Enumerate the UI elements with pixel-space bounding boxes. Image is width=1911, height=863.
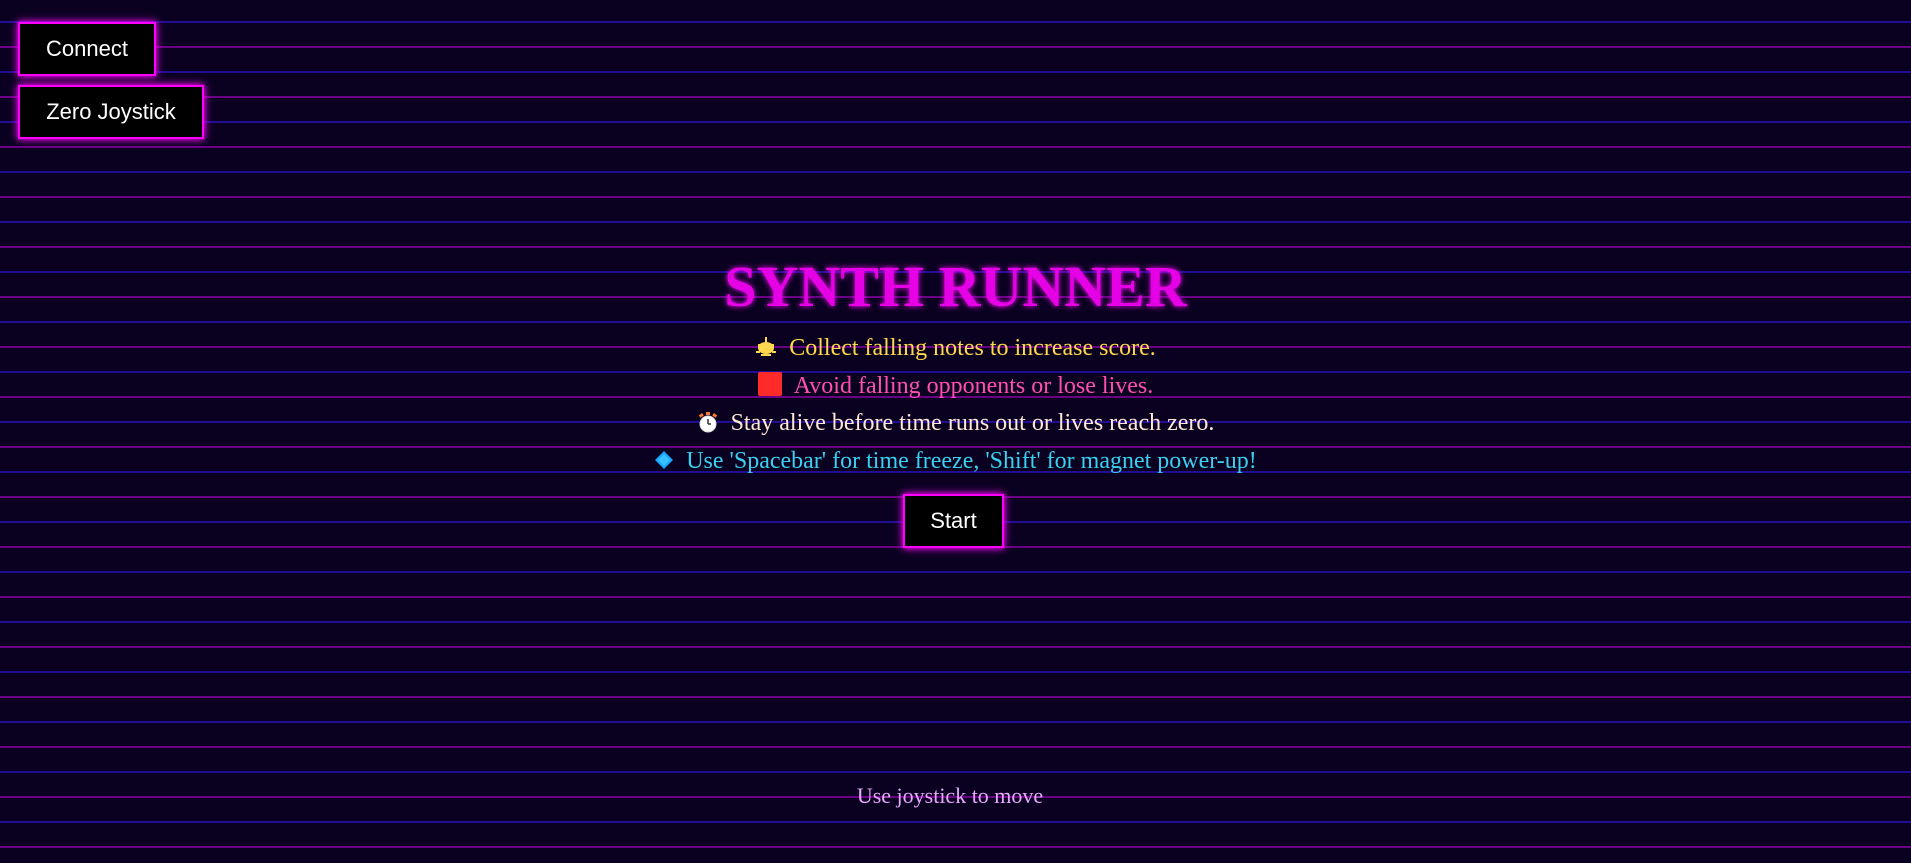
game-screen: Connect Zero Joystick SYNTH RUNNER Colle… xyxy=(0,0,1911,863)
zero-joystick-button[interactable]: Zero Joystick xyxy=(18,85,204,139)
start-button[interactable]: Start xyxy=(903,494,1004,548)
rule-text: Collect falling notes to increase score. xyxy=(789,335,1156,361)
rule-stay-alive: Stay alive before time runs out or lives… xyxy=(0,408,1911,438)
red-square-icon xyxy=(757,371,782,401)
rule-text: Avoid falling opponents or lose lives. xyxy=(793,373,1154,399)
rule-avoid-opponents: Avoid falling opponents or lose lives. xyxy=(0,371,1911,401)
rule-text: Use 'Spacebar' for time freeze, 'Shift' … xyxy=(686,448,1257,474)
joystick-hint: Use joystick to move xyxy=(856,783,1044,808)
stopwatch-icon xyxy=(697,408,719,438)
connect-button[interactable]: Connect xyxy=(18,22,156,76)
game-title: SYNTH RUNNER xyxy=(724,254,1187,319)
rule-text: Stay alive before time runs out or lives… xyxy=(730,410,1215,436)
rule-power-ups: Use 'Spacebar' for time freeze, 'Shift' … xyxy=(0,446,1911,476)
rule-collect-notes: Collect falling notes to increase score. xyxy=(0,333,1911,363)
blue-diamond-icon xyxy=(654,446,674,476)
music-note-icon xyxy=(755,333,777,363)
